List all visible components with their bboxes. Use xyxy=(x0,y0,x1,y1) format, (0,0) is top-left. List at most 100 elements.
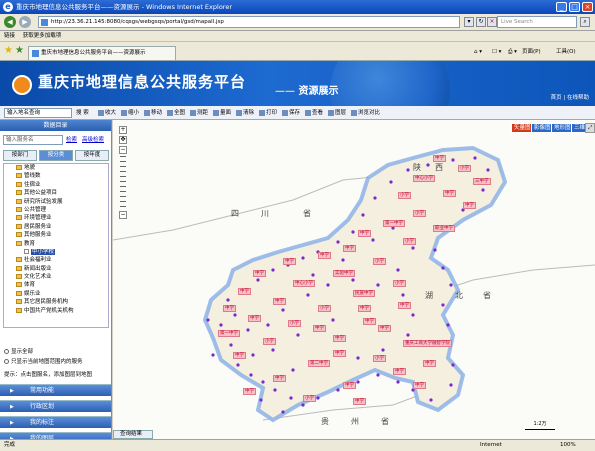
stop-icon[interactable]: × xyxy=(487,17,497,27)
school-label[interactable]: 小学 xyxy=(303,395,316,402)
school-label[interactable]: 中学 xyxy=(283,258,296,265)
add-favorites-icon[interactable]: ★ xyxy=(15,46,24,56)
school-label[interactable]: 小学 xyxy=(373,355,386,362)
tool-full-extent[interactable]: 全图 xyxy=(167,108,185,118)
tree-item[interactable]: 管线数 xyxy=(4,172,108,180)
map-canvas[interactable]: + ✥ − − 矢量图 影像图 地形图 三维图 ⤢ 四川省湖北省贵州省陕西 中学 小学 中心… xyxy=(113,120,595,439)
school-label[interactable]: 小学 xyxy=(403,238,416,245)
school-label[interactable]: 中学 xyxy=(333,350,346,357)
tab-by-year[interactable]: 按年度 xyxy=(75,150,109,161)
tool-save[interactable]: 保存 xyxy=(282,108,300,118)
school-label[interactable]: 小学 xyxy=(373,258,386,265)
zoom-out-icon[interactable]: − xyxy=(119,146,127,154)
school-label[interactable]: 中学 xyxy=(358,230,371,237)
radio-show-current[interactable]: 只显示当前地图范围内的服务 xyxy=(4,358,83,366)
school-label[interactable]: 小学 xyxy=(393,280,406,287)
school-label[interactable]: 中学 xyxy=(463,202,476,209)
tools-menu[interactable]: 工具(O) xyxy=(556,47,576,57)
tool-view[interactable]: 查看 xyxy=(305,108,323,118)
banner-links[interactable]: 首页 | 在线帮助 xyxy=(551,94,589,102)
school-label[interactable]: 民族中学 xyxy=(353,290,375,297)
school-label[interactable]: 中学 xyxy=(333,335,346,342)
school-label[interactable]: 小学 xyxy=(263,338,276,345)
school-label[interactable]: 重庆工商大学融智学院 xyxy=(403,340,452,347)
zoom-slider-minus-icon[interactable]: − xyxy=(119,211,127,219)
tool-print[interactable]: 打印 xyxy=(259,108,277,118)
tree-item[interactable]: 环境管理业 xyxy=(4,214,108,222)
school-label[interactable]: 小学 xyxy=(318,305,331,312)
refresh-icon[interactable]: ↻ xyxy=(476,17,486,27)
pan-arrows-icon[interactable]: ✥ xyxy=(119,136,127,144)
print-icon[interactable]: ⎙ ▾ xyxy=(508,47,517,57)
school-label[interactable]: 中学 xyxy=(273,375,286,382)
close-button[interactable]: × xyxy=(582,2,593,12)
tree-item[interactable]: 研究所试验发展 xyxy=(4,198,108,206)
tree-item[interactable]: 公共管理 xyxy=(4,206,108,214)
tool-clear[interactable]: 清除 xyxy=(236,108,254,118)
school-label[interactable]: 中学 xyxy=(343,382,356,389)
school-label[interactable]: 中学 xyxy=(318,252,331,259)
tree-item[interactable]: 中小学校 xyxy=(4,248,108,256)
school-label[interactable]: 小学 xyxy=(288,320,301,327)
school-label[interactable]: 中学 xyxy=(358,305,371,312)
school-label[interactable]: 中学 xyxy=(253,270,266,277)
place-search-input[interactable]: 输入地名查询 xyxy=(4,108,72,118)
tool-zoom-in[interactable]: 收大 xyxy=(98,108,116,118)
school-label[interactable]: 小学 xyxy=(413,210,426,217)
school-label[interactable]: 第一中学 xyxy=(383,220,405,227)
school-label[interactable]: 中学 xyxy=(233,352,246,359)
tree-item[interactable]: 中国共产党机关机构 xyxy=(4,307,108,315)
school-label[interactable]: 中学 xyxy=(313,325,326,332)
browser-tab[interactable]: 重庆市地理信息公共服务平台——资源展示 xyxy=(28,46,176,60)
tool-compare[interactable]: 浏览对比 xyxy=(351,108,380,118)
school-label[interactable]: 小学 xyxy=(398,192,411,199)
url-input[interactable]: http://23.36.21.145:8080/cqsgs/webgsqs/p… xyxy=(38,16,460,28)
zoom-in-icon[interactable]: + xyxy=(119,126,127,134)
tree-item[interactable]: 居民服务业 xyxy=(4,223,108,231)
tree-item[interactable]: 住宿业 xyxy=(4,181,108,189)
tab-by-department[interactable]: 按部门 xyxy=(3,150,37,161)
school-label[interactable]: 第二中学 xyxy=(308,360,330,367)
school-label[interactable]: 中学 xyxy=(398,302,411,309)
tab-by-category[interactable]: 按分类 xyxy=(39,150,73,161)
section-my-markers[interactable]: ▶ 我的标注 xyxy=(0,416,111,428)
school-label[interactable]: 中学 xyxy=(443,190,456,197)
school-label[interactable]: 中学 xyxy=(223,305,236,312)
radio-show-all[interactable]: 显示全部 xyxy=(4,348,33,356)
dropdown-icon[interactable]: ▾ xyxy=(464,17,474,27)
tree-item[interactable]: 社会福利业 xyxy=(4,256,108,264)
school-label[interactable]: 中学 xyxy=(248,315,261,322)
tree-item[interactable]: 地貌 xyxy=(4,164,108,172)
school-label[interactable]: 中学 xyxy=(423,360,436,367)
catalog-search-input[interactable]: 输入服务名 xyxy=(3,135,63,145)
section-admin-divisions[interactable]: ▶ 行政区划 xyxy=(0,400,111,412)
tree-item[interactable]: 文化艺术业 xyxy=(4,273,108,281)
tool-zoom-out[interactable]: 缩小 xyxy=(121,108,139,118)
school-label[interactable]: 中学 xyxy=(273,298,286,305)
school-label[interactable]: 实验中学 xyxy=(333,270,355,277)
maximize-button[interactable]: □ xyxy=(569,2,580,12)
tool-pan[interactable]: 移动 xyxy=(144,108,162,118)
forward-button[interactable]: ▶ xyxy=(19,16,31,28)
page-menu[interactable]: 页面(P) xyxy=(522,47,541,57)
school-label[interactable]: 中学 xyxy=(238,288,251,295)
tree-item[interactable]: 其他公益项目 xyxy=(4,189,108,197)
minimize-button[interactable]: _ xyxy=(556,2,567,12)
back-button[interactable]: ◀ xyxy=(4,16,16,28)
expand-icon[interactable]: ⤢ xyxy=(585,123,595,133)
section-common-functions[interactable]: ▶ 常用功能 xyxy=(0,384,111,396)
school-label[interactable]: 中学 xyxy=(243,388,256,395)
place-search-button[interactable]: 搜 索 xyxy=(76,108,89,118)
query-results-tab[interactable]: 查询结果 xyxy=(113,430,153,439)
tree-item[interactable]: 体育 xyxy=(4,281,108,289)
tree-item[interactable]: 教育 xyxy=(4,240,108,248)
zoom-control[interactable]: + ✥ − − xyxy=(117,126,129,221)
advanced-search-link[interactable]: 高级检索 xyxy=(82,136,104,144)
school-label[interactable]: 中学 xyxy=(433,155,446,162)
zoom-level[interactable]: 100% xyxy=(560,440,576,451)
school-label[interactable]: 小学 xyxy=(458,165,471,172)
catalog-search-link[interactable]: 检索 xyxy=(66,136,77,144)
tree-item[interactable]: 娱乐业 xyxy=(4,290,108,298)
search-icon[interactable]: ⌕ xyxy=(580,17,590,27)
live-search-input[interactable]: Live Search xyxy=(497,16,577,28)
